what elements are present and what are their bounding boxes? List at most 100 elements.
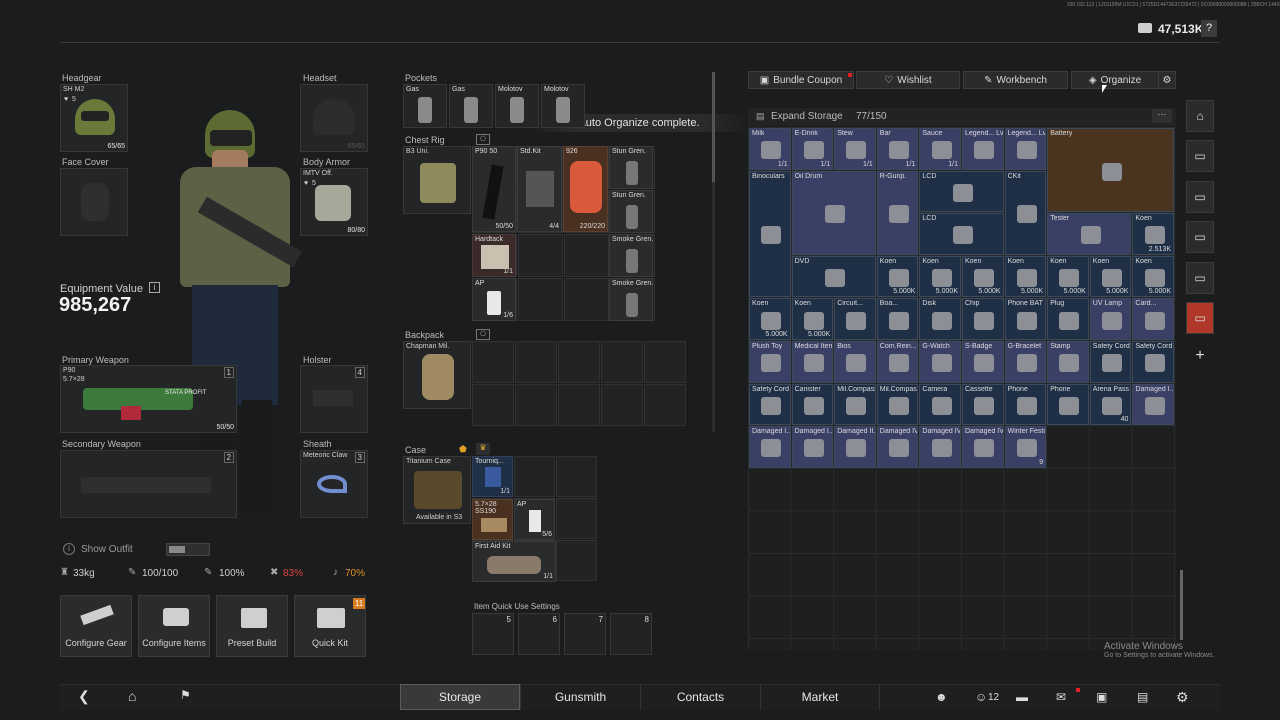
storage-item[interactable]: DVD — [791, 255, 876, 298]
pocket-slot[interactable]: Molotov — [495, 84, 539, 128]
storage-item[interactable]: Camera — [919, 383, 961, 426]
chat-icon[interactable]: ▬ — [1016, 690, 1028, 704]
help-button[interactable]: ? — [1201, 20, 1217, 37]
storage-item[interactable]: Plug — [1047, 298, 1089, 340]
storage-item[interactable]: Oil Drum — [791, 170, 876, 255]
storage-item[interactable]: Koen 2.513K — [1132, 213, 1174, 255]
configure-gear-button[interactable]: Configure Gear — [60, 595, 132, 657]
expand-storage-label[interactable]: Expand Storage — [771, 111, 843, 122]
stun-grenade-item[interactable]: Stun Gren. — [609, 146, 653, 189]
container-2-icon[interactable]: ▭ — [1186, 181, 1214, 213]
holster-slot[interactable]: 4 — [300, 365, 368, 433]
tab-organize[interactable]: ◈ Organize — [1071, 71, 1159, 89]
pocket-slot[interactable]: Molotov — [541, 84, 585, 128]
tab-workbench[interactable]: ✎ Workbench — [963, 71, 1068, 89]
std-kit-item[interactable]: Std.Kit 4/4 — [517, 146, 562, 232]
storage-item[interactable]: Milk 1/1 — [749, 128, 791, 170]
info-icon[interactable]: i — [149, 282, 160, 293]
face-cover-slot[interactable] — [60, 168, 128, 236]
storage-item[interactable]: Binoculars — [749, 170, 791, 298]
backpack-slot[interactable]: Chapman Mil. — [403, 341, 471, 409]
quick-use-slot[interactable]: 5 — [472, 613, 514, 655]
storage-scrollbar[interactable] — [1180, 570, 1183, 640]
storage-item[interactable]: LCD — [919, 170, 1004, 213]
storage-item[interactable]: LCD — [919, 213, 1004, 255]
storage-item[interactable]: Sauce 1/1 — [919, 128, 961, 170]
primary-weapon-slot[interactable]: P90 5.7×28 1 STATA PROFIT 50/50 — [60, 365, 237, 433]
preset-build-button[interactable]: Preset Build — [216, 595, 288, 657]
container-1-icon[interactable]: ▭ — [1186, 140, 1214, 172]
sheath-slot[interactable]: Meteoric Claw 3 — [300, 450, 368, 518]
storage-item[interactable]: Medical Items — [791, 341, 834, 383]
tab-storage[interactable]: Storage — [400, 684, 520, 710]
storage-item[interactable]: Damaged I... — [1132, 383, 1174, 426]
tourniquet-item[interactable]: Tourniq... 1/1 — [472, 456, 513, 497]
mail-icon[interactable]: ✉ — [1056, 690, 1066, 704]
friends-icon[interactable]: ☺ — [975, 690, 987, 704]
storage-item[interactable]: Koen 5.000K — [876, 255, 919, 298]
container-3-icon[interactable]: ▭ — [1186, 221, 1214, 253]
storage-item[interactable]: Koen 5.000K — [1004, 255, 1047, 298]
storage-item[interactable]: Com.Rein... — [876, 341, 919, 383]
storage-item[interactable]: Canister — [791, 383, 834, 426]
storage-item[interactable]: G-Bracelet — [1004, 341, 1047, 383]
hardtack-item[interactable]: Hardtack 1/1 — [472, 234, 516, 277]
document-icon[interactable]: ▤ — [1137, 690, 1148, 704]
storage-item[interactable]: Phone BAT — [1004, 298, 1047, 340]
storage-item[interactable]: R-Gunp. — [876, 170, 919, 255]
store-icon[interactable]: ▣ — [1096, 690, 1107, 704]
storage-item[interactable]: Safety Cord — [749, 383, 791, 426]
add-container-icon[interactable]: + — [1186, 340, 1214, 372]
storage-item[interactable]: Koen 5.000K — [1132, 255, 1174, 298]
tab-market[interactable]: Market — [760, 684, 880, 710]
storage-item[interactable]: Damaged IV... — [876, 426, 919, 468]
storage-item[interactable]: G-Watch — [919, 341, 961, 383]
storage-item[interactable]: Chip — [962, 298, 1004, 340]
quick-kit-button[interactable]: Quick Kit 11 — [294, 595, 366, 657]
stun-grenade-item[interactable]: Stun Gren. — [609, 190, 653, 233]
storage-item[interactable]: Mil.Compass — [876, 383, 919, 426]
storage-item[interactable]: Tester — [1047, 213, 1132, 255]
middle-scrollbar[interactable] — [712, 72, 715, 432]
pocket-slot[interactable]: Gas — [449, 84, 493, 128]
storage-item[interactable]: Battery — [1047, 128, 1174, 213]
storage-item[interactable]: Damaged IV... — [919, 426, 961, 468]
ammo-item[interactable]: 5.7×28 SS190 — [472, 499, 513, 540]
storage-item[interactable]: UV Lamp — [1089, 298, 1132, 340]
ap-item[interactable]: AP 1/6 — [472, 278, 516, 321]
storage-item[interactable]: Disk — [919, 298, 961, 340]
storage-item[interactable]: Mil.Compass — [834, 383, 876, 426]
storage-item[interactable]: Phone — [1004, 383, 1047, 426]
headgear-slot[interactable]: SH M2 ♥ 5 65/65 — [60, 84, 128, 152]
tab-wishlist[interactable]: ♡ Wishlist — [856, 71, 960, 89]
configure-items-button[interactable]: Configure Items — [138, 595, 210, 657]
storage-item[interactable]: Safety Cord — [1089, 341, 1132, 383]
storage-item[interactable]: Circuit... — [834, 298, 876, 340]
storage-item[interactable]: Koen 5.000K — [962, 255, 1004, 298]
storage-item[interactable]: Bios — [834, 341, 876, 383]
storage-item[interactable]: Legend... Lv. 3 — [1004, 128, 1047, 170]
storage-item[interactable]: Damaged IV... — [962, 426, 1004, 468]
organize-settings-button[interactable]: ⚙ — [1158, 71, 1176, 89]
storage-item[interactable]: Damaged I... — [791, 426, 834, 468]
storage-item[interactable]: Koen 5.000K — [749, 298, 791, 340]
quick-use-slot[interactable]: 8 — [610, 613, 652, 655]
smoke-grenade-item[interactable]: Smoke Gren. — [609, 278, 653, 321]
quick-use-slot[interactable]: 6 — [518, 613, 560, 655]
storage-item[interactable]: Koen 5.000K — [1089, 255, 1132, 298]
tab-gunsmith[interactable]: Gunsmith — [520, 684, 640, 710]
tab-contacts[interactable]: Contacts — [640, 684, 760, 710]
storage-item[interactable]: Stamp — [1047, 341, 1089, 383]
storage-item[interactable]: Card... — [1132, 298, 1174, 340]
storage-item[interactable]: CKit — [1004, 170, 1047, 255]
settings-gear-icon[interactable]: ⚙ — [1176, 689, 1189, 706]
storage-item[interactable]: E-Drink 1/1 — [791, 128, 834, 170]
ammo-926-item[interactable]: 926 220/220 — [563, 146, 608, 232]
storage-item[interactable]: Safety Cord — [1132, 341, 1174, 383]
chest-rig-slot[interactable]: B3 Uni. — [403, 146, 471, 214]
p90-mag-item[interactable]: P90 50 50/50 — [472, 146, 516, 232]
storage-item[interactable]: Koen 5.000K — [791, 298, 834, 340]
flag-icon[interactable]: ⚑ — [180, 688, 191, 702]
storage-item[interactable]: Stew 1/1 — [834, 128, 876, 170]
back-icon[interactable]: ❮ — [78, 688, 90, 705]
